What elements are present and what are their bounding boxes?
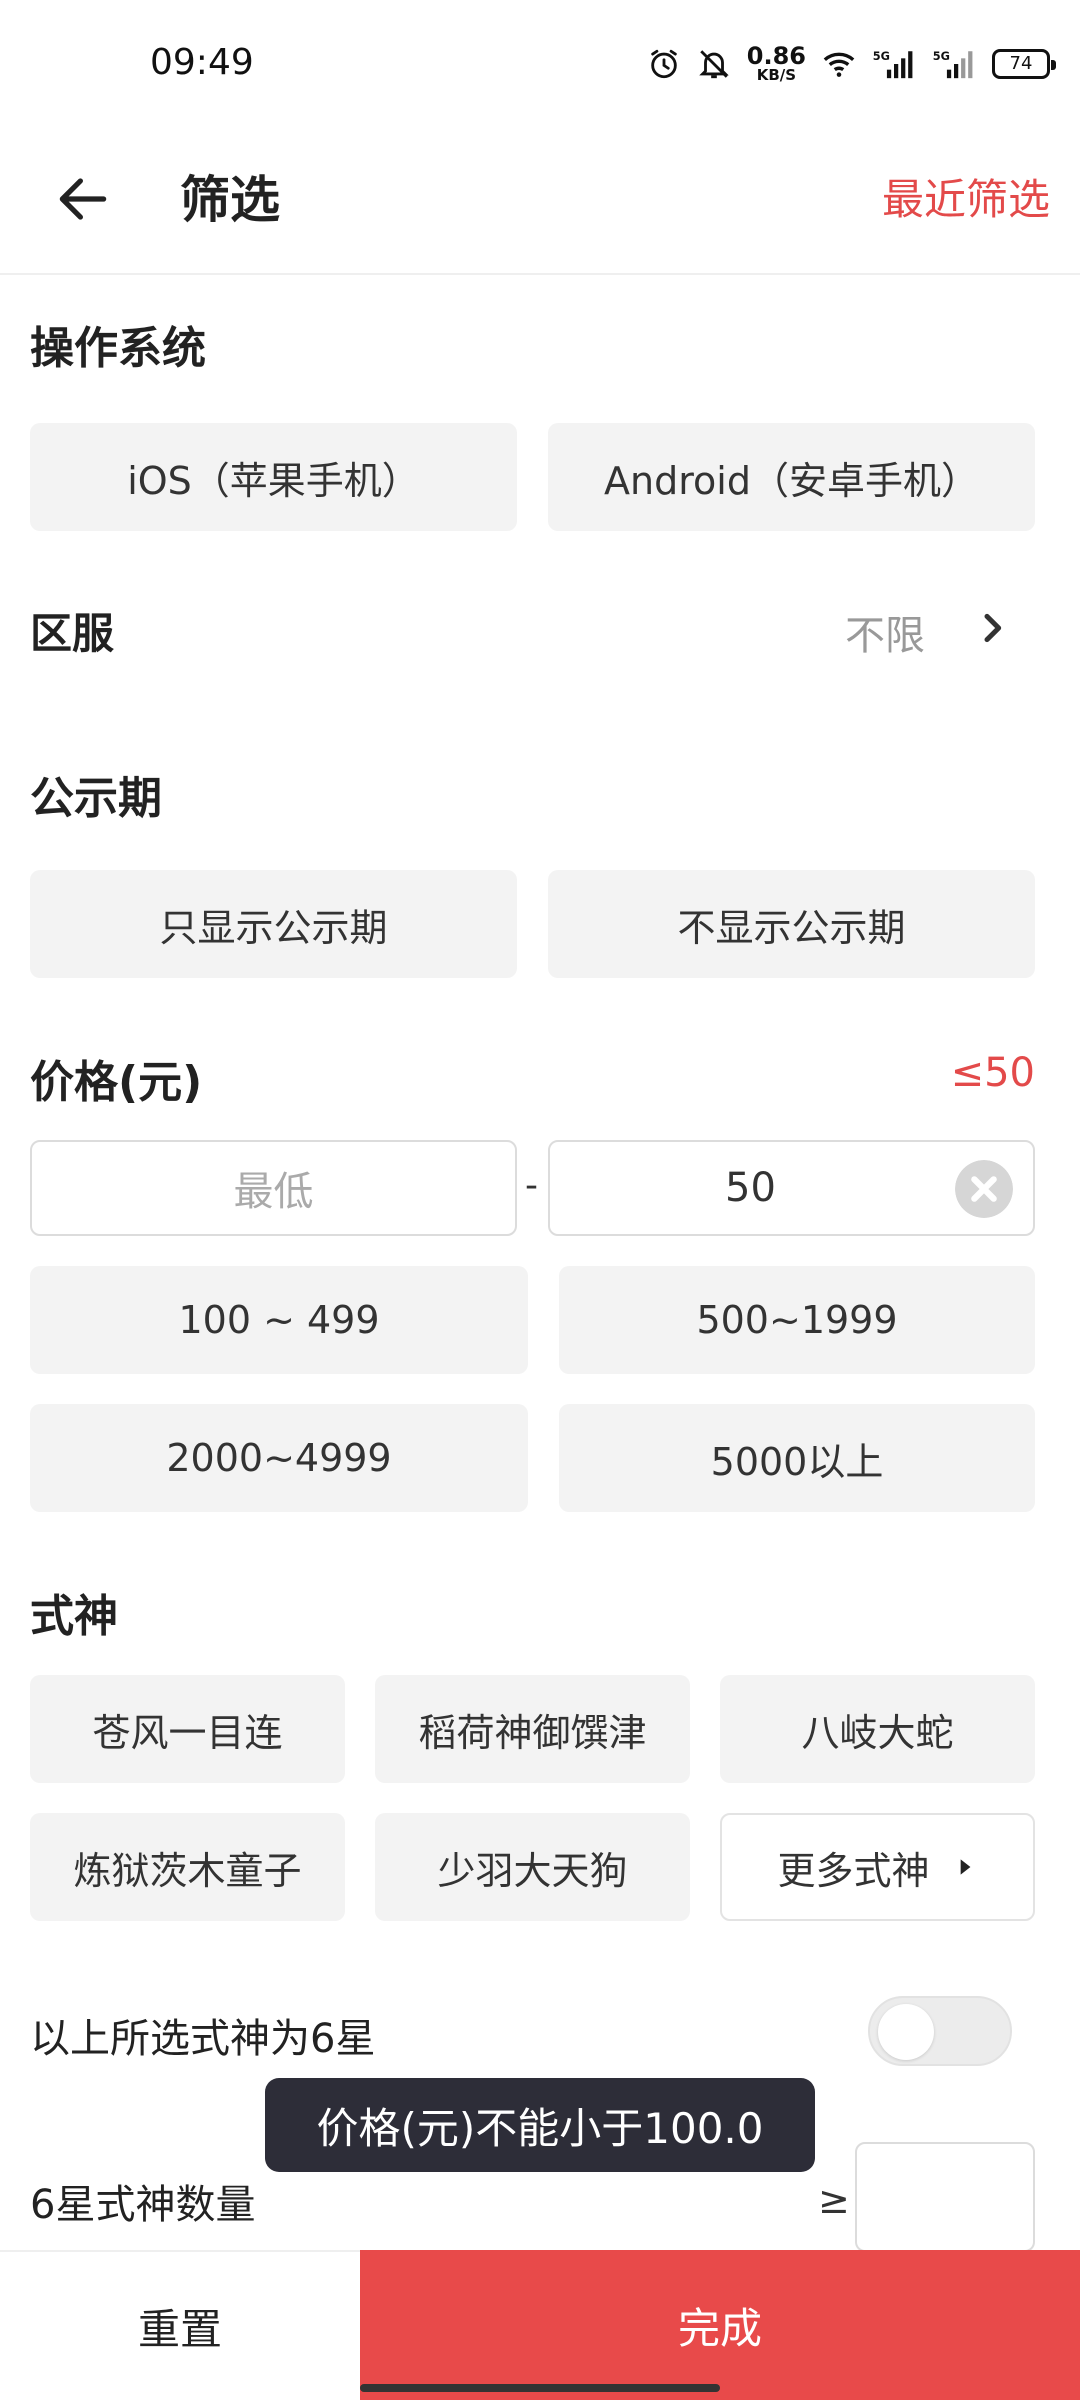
back-arrow-icon[interactable] [52,168,114,230]
bottom-bar: 重置 完成 [0,2250,1080,2400]
status-bar: 09:49 0.86 KB/S 5G 5G 74 [0,0,1080,130]
toggle-knob [878,2004,934,2060]
shishen-option-5[interactable]: 少羽大天狗 [375,1813,690,1921]
signal-icon: 5G [873,48,913,78]
region-label: 区服 [30,609,115,658]
status-icons: 0.86 KB/S 5G 5G 74 [647,42,1056,84]
status-time: 09:49 [150,42,254,83]
six-star-count-input[interactable] [855,2142,1035,2252]
ge-symbol: ≥ [818,2178,850,2222]
publicity-option-hide[interactable]: 不显示公示期 [548,870,1035,978]
price-range-500-1999[interactable]: 500~1999 [559,1266,1035,1374]
publicity-section-title: 公示期 [30,773,162,824]
os-section-title: 操作系统 [30,323,206,374]
recent-filter-link[interactable]: 最近筛选 [882,166,1050,227]
alarm-icon [651,49,677,78]
header: 筛选 最近筛选 [0,130,1080,275]
price-max-input[interactable]: 50 [548,1140,1035,1236]
os-option-ios[interactable]: iOS（苹果手机） [30,423,517,531]
publicity-option-show[interactable]: 只显示公示期 [30,870,517,978]
svg-text:5G: 5G [933,48,950,62]
home-indicator[interactable] [360,2384,720,2392]
caret-right-icon [960,1859,970,1875]
clear-icon[interactable] [955,1160,1013,1218]
page-title: 筛选 [180,171,280,229]
price-min-input[interactable]: 最低 [30,1140,517,1236]
toast-message: 价格(元)不能小于100.0 [265,2078,815,2172]
shishen-option-2[interactable]: 稻荷神御馔津 [375,1675,690,1783]
price-limit-label: ≤50 [950,1050,1035,1096]
svg-text:5G: 5G [873,48,890,62]
more-shishen-button[interactable]: 更多式神 [720,1813,1035,1921]
shishen-section-title: 式神 [30,1591,118,1642]
shishen-option-1[interactable]: 苍风一目连 [30,1675,345,1783]
wifi-icon [823,52,855,77]
os-option-android[interactable]: Android（安卓手机） [548,423,1035,531]
filter-page: 09:49 0.86 KB/S 5G 5G 74 筛选 最近筛选 操作系统 iO… [0,0,1080,2400]
battery-icon: 74 [992,48,1056,79]
signal-icon-2: 5G [933,48,973,78]
chevron-right-icon[interactable] [972,608,1012,648]
price-section-title: 价格(元) [30,1057,203,1108]
done-button[interactable]: 完成 [360,2250,1080,2400]
price-range-2000-4999[interactable]: 2000~4999 [30,1404,528,1512]
mute-icon [699,49,729,78]
six-star-count-label: 6星式神数量 [30,2182,256,2228]
shishen-option-3[interactable]: 八岐大蛇 [720,1675,1035,1783]
price-range-dash: - [525,1165,538,1206]
six-star-label: 以上所选式神为6星 [30,2016,376,2062]
shishen-option-4[interactable]: 炼狱茨木童子 [30,1813,345,1921]
region-value[interactable]: 不限 [845,603,925,661]
six-star-toggle[interactable] [868,1996,1012,2066]
reset-button[interactable]: 重置 [0,2250,360,2400]
price-range-5000-plus[interactable]: 5000以上 [559,1404,1035,1512]
price-range-100-499[interactable]: 100 ~ 499 [30,1266,528,1374]
net-speed: 0.86 KB/S [746,42,806,84]
